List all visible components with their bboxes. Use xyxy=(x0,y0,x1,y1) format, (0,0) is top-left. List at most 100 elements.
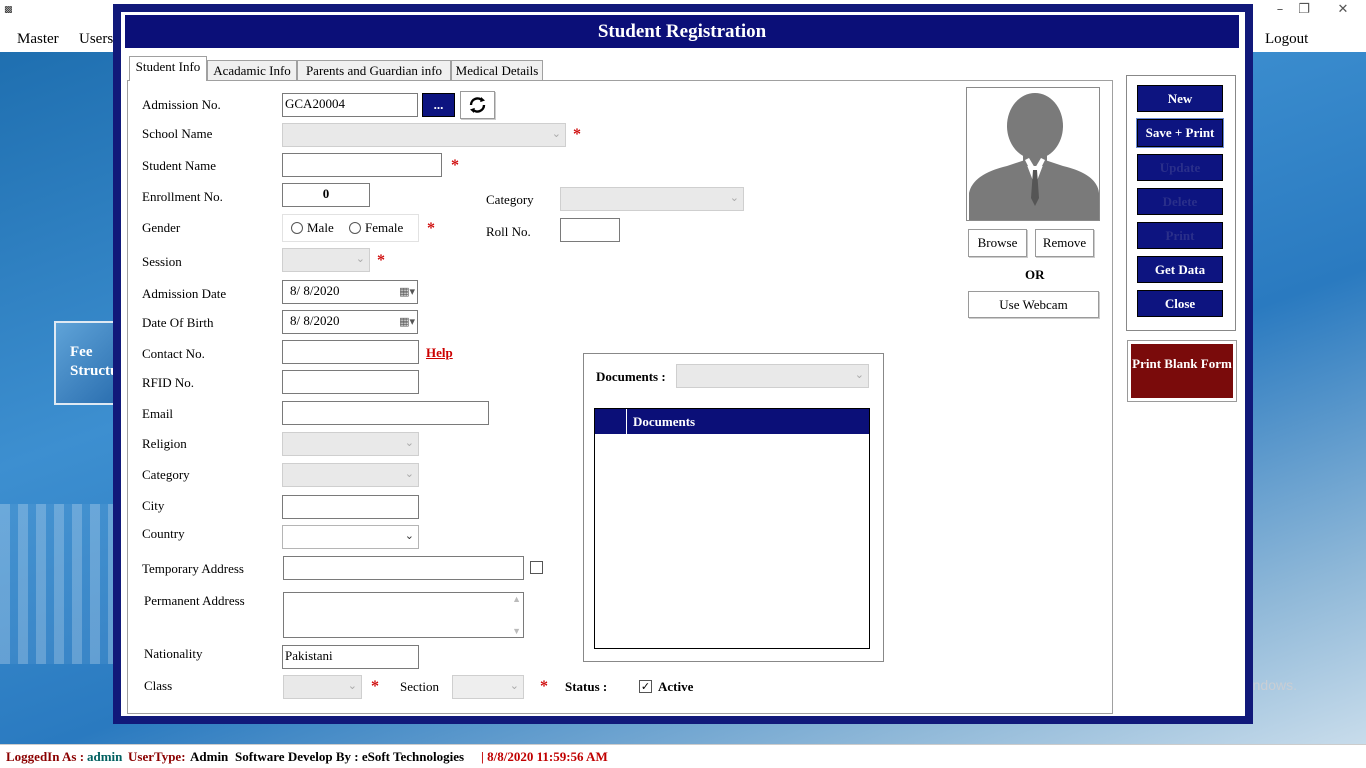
documents-label: Documents : xyxy=(596,369,666,384)
rfid-no-label: RFID No. xyxy=(142,375,195,390)
same-address-checkbox[interactable] xyxy=(530,561,543,574)
required-marker: * xyxy=(573,126,581,143)
documents-grid[interactable]: Documents xyxy=(594,408,870,649)
roll-no-label: Roll No. xyxy=(486,224,531,239)
close-button[interactable]: Close xyxy=(1137,290,1223,317)
permanent-address-label: Permanent Address xyxy=(144,593,245,608)
date-of-birth-picker[interactable]: 8/ 8/2020 ▦▾ xyxy=(282,310,418,334)
app-icon: ▩ xyxy=(4,4,13,14)
admission-no-input[interactable]: GCA20004 xyxy=(282,93,418,117)
class-select[interactable]: ⌄ xyxy=(283,675,362,699)
chevron-down-icon: ⌄ xyxy=(404,436,414,449)
chevron-down-icon: ⌄ xyxy=(347,679,357,692)
menu-master[interactable]: Master xyxy=(17,31,59,48)
permanent-address-textarea[interactable]: ▲ ▼ xyxy=(283,592,524,638)
category-select[interactable]: ⌄ xyxy=(282,463,419,487)
country-select[interactable]: ⌄ xyxy=(282,525,419,549)
required-marker: * xyxy=(540,678,548,695)
help-link[interactable]: Help xyxy=(426,345,453,361)
use-webcam-button[interactable]: Use Webcam xyxy=(968,291,1099,318)
contact-no-input[interactable] xyxy=(282,340,419,364)
city-input[interactable] xyxy=(282,495,419,519)
chevron-down-icon: ⌄ xyxy=(729,191,739,204)
religion-select[interactable]: ⌄ xyxy=(282,432,419,456)
section-select[interactable]: ⌄ xyxy=(452,675,524,699)
admission-date-value: 8/ 8/2020 xyxy=(290,283,340,298)
required-marker: * xyxy=(451,157,459,174)
temporary-address-input[interactable] xyxy=(283,556,524,580)
menu-logout[interactable]: Logout xyxy=(1265,31,1308,48)
email-input[interactable] xyxy=(282,401,489,425)
refresh-button[interactable] xyxy=(460,91,495,119)
logged-in-value: admin xyxy=(87,749,123,764)
contact-no-label: Contact No. xyxy=(142,346,205,361)
tab-parents-guardian-info[interactable]: Parents and Guardian info xyxy=(297,60,451,81)
scroll-down-icon[interactable]: ▼ xyxy=(512,626,521,636)
student-photo xyxy=(966,87,1100,221)
chevron-down-icon: ⌄ xyxy=(509,679,519,692)
nationality-label: Nationality xyxy=(144,646,203,661)
restore-icon[interactable]: ❐ xyxy=(1290,0,1318,22)
datetime-display: | 8/8/2020 11:59:56 AM xyxy=(481,749,608,764)
user-type-label: UserType: xyxy=(128,749,186,764)
documents-column-header[interactable]: Documents xyxy=(633,414,695,430)
tab-student-info[interactable]: Student Info xyxy=(129,56,207,81)
tab-acadamic-info[interactable]: Acadamic Info xyxy=(207,60,297,81)
remove-photo-button[interactable]: Remove xyxy=(1035,229,1094,257)
print-button[interactable]: Print xyxy=(1137,222,1223,249)
enrollment-no-input[interactable]: 0 xyxy=(282,183,370,207)
dialog-title: Student Registration xyxy=(125,15,1239,48)
category-label: Category xyxy=(142,467,190,482)
class-label: Class xyxy=(144,678,173,693)
chevron-down-icon: ⌄ xyxy=(355,252,365,265)
calendar-icon[interactable]: ▦▾ xyxy=(399,285,415,298)
chevron-down-icon: ⌄ xyxy=(854,368,864,381)
required-marker: * xyxy=(371,678,379,695)
documents-panel: Documents : ⌄ Documents xyxy=(583,353,884,662)
calendar-icon[interactable]: ▦▾ xyxy=(399,315,415,328)
chevron-down-icon: ⌄ xyxy=(404,467,414,480)
row-header-cell xyxy=(595,409,627,434)
enrollment-no-label: Enrollment No. xyxy=(142,189,223,204)
update-button[interactable]: Update xyxy=(1137,154,1223,181)
menu-users[interactable]: Users xyxy=(79,31,113,48)
admission-browse-button[interactable]: ... xyxy=(422,93,455,117)
save-print-button[interactable]: Save + Print xyxy=(1136,118,1224,148)
school-name-label: School Name xyxy=(142,126,213,141)
roll-no-input[interactable] xyxy=(560,218,620,242)
student-name-label: Student Name xyxy=(142,158,217,173)
documents-select[interactable]: ⌄ xyxy=(676,364,869,388)
browse-photo-button[interactable]: Browse xyxy=(968,229,1027,257)
get-data-button[interactable]: Get Data xyxy=(1137,256,1223,283)
background-decoration xyxy=(0,504,120,664)
logged-in-label: LoggedIn As : xyxy=(6,749,85,764)
tab-medical-details[interactable]: Medical Details xyxy=(451,60,543,81)
close-window-icon[interactable]: ✕ xyxy=(1320,0,1366,22)
school-name-select[interactable]: ⌄ xyxy=(282,123,566,147)
nationality-input[interactable]: Pakistani xyxy=(282,645,419,669)
print-blank-form-button[interactable]: Print Blank Form xyxy=(1131,344,1233,398)
active-checkbox[interactable]: ✓ xyxy=(639,680,652,693)
religion-label: Religion xyxy=(142,436,187,451)
session-select[interactable]: ⌄ xyxy=(282,248,370,272)
admission-no-label: Admission No. xyxy=(142,97,221,112)
gender-male-radio[interactable]: Male xyxy=(291,220,334,235)
delete-button[interactable]: Delete xyxy=(1137,188,1223,215)
fee-structure-tile[interactable]: Fee Structu xyxy=(54,321,118,405)
rfid-no-input[interactable] xyxy=(282,370,419,394)
status-label: Status : xyxy=(565,679,608,694)
gender-female-radio[interactable]: Female xyxy=(348,220,403,235)
new-button[interactable]: New xyxy=(1137,85,1223,112)
temporary-address-label: Temporary Address xyxy=(142,561,244,576)
scroll-up-icon[interactable]: ▲ xyxy=(512,594,521,604)
student-name-input[interactable] xyxy=(282,153,442,177)
admission-date-label: Admission Date xyxy=(142,286,227,301)
date-of-birth-label: Date Of Birth xyxy=(142,315,214,330)
required-marker: * xyxy=(427,220,435,237)
category-right-select[interactable]: ⌄ xyxy=(560,187,744,211)
section-label: Section xyxy=(400,679,439,694)
status-bar: LoggedIn As : admin UserType: Admin Soft… xyxy=(0,744,1366,768)
required-marker: * xyxy=(377,252,385,269)
admission-date-picker[interactable]: 8/ 8/2020 ▦▾ xyxy=(282,280,418,304)
print-blank-form-frame: Print Blank Form xyxy=(1127,340,1237,402)
